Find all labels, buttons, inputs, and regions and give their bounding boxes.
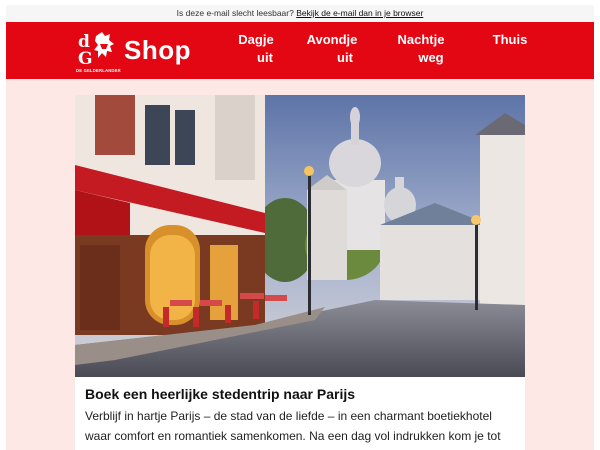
- nav-item-avondje-uit[interactable]: Avondje uit: [303, 31, 361, 67]
- nav-item-nachtje-weg[interactable]: Nachtje weg: [396, 31, 446, 67]
- nav-label-line2: weg: [418, 50, 444, 65]
- nav-label-line2: uit: [257, 50, 273, 65]
- email-frame: Is deze e-mail slecht leesbaar? Bekijk d…: [6, 5, 594, 450]
- main-nav: Dagje uit Avondje uit Nachtje weg Thuis: [6, 31, 594, 71]
- nav-label-line1: Nachtje: [397, 32, 445, 47]
- nav-label-line1: Avondje: [306, 32, 358, 47]
- nav-label-line1: Dagje: [238, 32, 274, 47]
- header-bar: d G DE GELDERLANDER Shop Dagje uit Avond…: [6, 22, 594, 79]
- hero-image[interactable]: [75, 95, 525, 377]
- nav-label-line2: uit: [337, 50, 353, 65]
- article-body: Boek een heerlijke stedentrip naar Parij…: [85, 385, 517, 450]
- nav-item-dagje-uit[interactable]: Dagje uit: [234, 31, 278, 67]
- nav-item-thuis[interactable]: Thuis: [492, 31, 528, 49]
- view-in-browser-link[interactable]: Bekijk de e-mail dan in je browser: [296, 8, 423, 18]
- paris-montmartre-icon: [75, 95, 525, 377]
- preheader: Is deze e-mail slecht leesbaar? Bekijk d…: [6, 5, 594, 22]
- preheader-text: Is deze e-mail slecht leesbaar?: [176, 8, 294, 18]
- article-title[interactable]: Boek een heerlijke stedentrip naar Parij…: [85, 385, 517, 403]
- article-description: Verblijf in hartje Parijs – de stad van …: [85, 409, 501, 450]
- article-card: Boek een heerlijke stedentrip naar Parij…: [75, 95, 525, 450]
- nav-label-line1: Thuis: [492, 32, 528, 47]
